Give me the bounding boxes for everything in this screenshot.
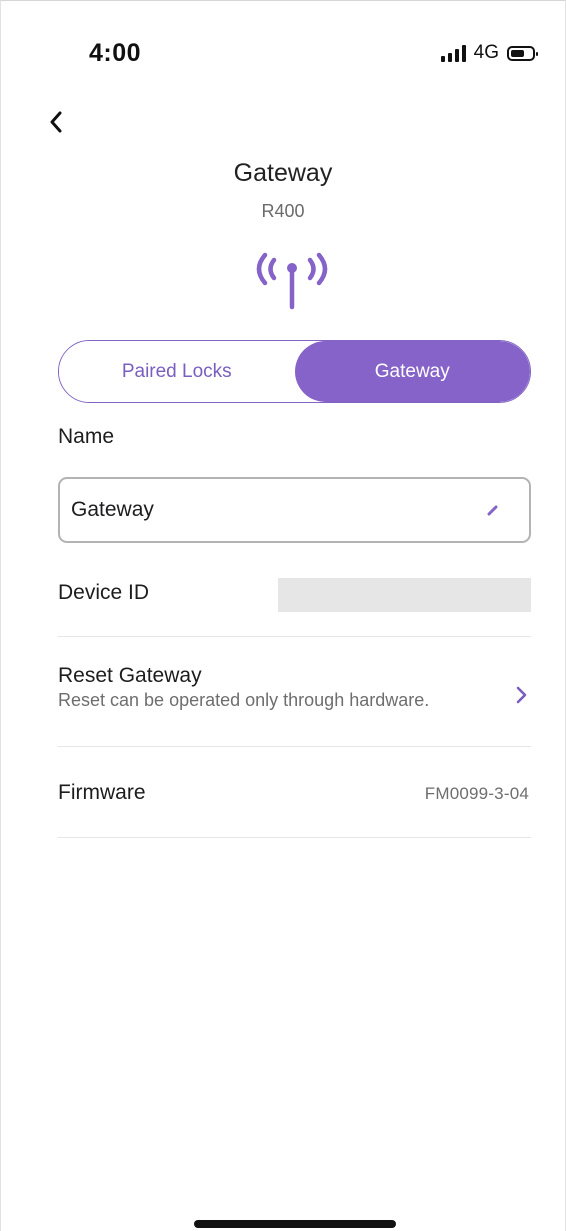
- divider: [58, 636, 531, 637]
- divider: [58, 837, 531, 838]
- name-field-value[interactable]: Gateway: [71, 498, 154, 522]
- divider: [58, 746, 531, 747]
- name-field[interactable]: Gateway: [58, 477, 531, 543]
- device-model: R400: [261, 201, 305, 221]
- name-label: Name: [58, 425, 115, 448]
- device-id-value: [278, 578, 531, 612]
- battery-icon: [507, 45, 538, 61]
- firmware-label: Firmware: [58, 781, 146, 804]
- tab-gateway[interactable]: Gateway: [294, 341, 530, 402]
- page-title: Gateway: [233, 159, 333, 187]
- reset-gateway-row[interactable]: Reset Gateway Reset can be operated only…: [58, 661, 531, 723]
- signal-bars-icon: [440, 44, 466, 62]
- status-indicators: 4G: [440, 41, 538, 65]
- back-button[interactable]: [39, 105, 73, 139]
- firmware-version: FM0099-3-04: [424, 784, 529, 803]
- reset-gateway-description: Reset can be operated only through hardw…: [58, 690, 430, 710]
- device-id-label: Device ID: [58, 581, 150, 604]
- broadcast-antenna-icon: [256, 252, 328, 310]
- chevron-right-icon: [516, 686, 527, 704]
- tab-switcher: Paired Locks Gateway: [58, 340, 531, 403]
- gateway-settings-screen: 4:00 4G Gateway R400 Paired Locks Gatewa…: [0, 0, 566, 1231]
- pencil-icon[interactable]: [485, 502, 501, 518]
- reset-gateway-title: Reset Gateway: [58, 664, 202, 687]
- network-type: 4G: [473, 42, 499, 63]
- tab-paired-locks[interactable]: Paired Locks: [59, 341, 295, 402]
- home-indicator[interactable]: [194, 1220, 396, 1228]
- status-time: 4:00: [89, 39, 142, 67]
- chevron-left-icon: [50, 111, 62, 133]
